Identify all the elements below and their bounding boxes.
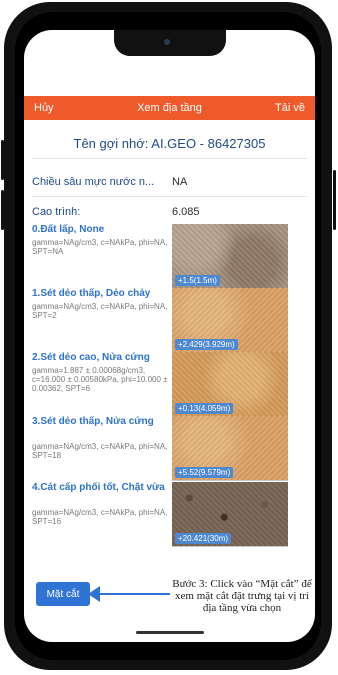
volume-down-button [1,190,4,230]
depth-badge: +0.13(4.059m) [175,403,234,414]
elevation-label: Cao trình: [32,206,81,218]
depth-badge: +2.429(3.929m) [175,339,238,350]
volume-up-button [1,140,4,180]
top-navigation-bar: Hủy Xem địa tầng Tải về [24,96,315,120]
layer-name: 3.Sét dẻo thấp, Nửa cứng [32,416,154,427]
section-view-button[interactable]: Mặt cắt [36,582,90,606]
water-depth-value: NA [172,176,188,188]
soil-texture-image: +0.13(4.059m) [172,352,288,417]
home-indicator [136,631,204,634]
instruction-annotation: Bước 3: Click vào “Mặt cắt” để xem mặt c… [172,578,312,614]
screen-title: Xem địa tầng [137,102,202,114]
layer-params: gamma=NAg/cm3, c=NAkPa, phi=NA, SPT=2 [32,302,168,320]
layer-params: gamma=NAg/cm3, c=NAkPa, phi=NA, SPT=18 [32,442,168,460]
soil-texture-image: +2.429(3.929m) [172,288,288,353]
layer-2[interactable]: 2.Sét dẻo cao, Nửa cứng gamma=1.887 ± 0.… [32,352,306,417]
phone-screen: Hủy Xem địa tầng Tải về Tên gợi nhớ: AI.… [24,30,315,642]
soil-texture-image: +20.421(30m) [172,482,288,547]
soil-texture-image: +1.5(1.5m) [172,224,288,289]
elevation-value: 6.085 [172,206,200,218]
layer-name: 1.Sét dẻo thấp, Dẻo chảy [32,288,151,299]
layer-name: 4.Cát cấp phối tốt, Chặt vừa [32,482,165,493]
front-camera-icon [164,39,170,45]
power-button [333,170,336,230]
layer-4[interactable]: 4.Cát cấp phối tốt, Chặt vừa gamma=NAg/c… [32,482,306,547]
layer-0[interactable]: 0.Đất lấp, None gamma=NAg/cm3, c=NAkPa, … [32,224,306,289]
depth-badge: +5.52(9.579m) [175,467,234,478]
phone-notch [114,30,226,56]
layer-3[interactable]: 3.Sét dẻo thấp, Nửa cứng gamma=NAg/cm3, … [32,416,306,481]
layer-name: 2.Sét dẻo cao, Nửa cứng [32,352,150,363]
layer-params: gamma=1.887 ± 0.00068g/cm3, c=16.000 ± 0… [32,366,168,393]
water-depth-label: Chiều sâu mực nước n... [32,176,155,188]
layer-params: gamma=NAg/cm3, c=NAkPa, phi=NA, SPT=16 [32,508,168,526]
arrow-line [90,593,170,595]
project-title: Tên gợi nhớ: AI.GEO - 86427305 [73,136,266,151]
layer-1[interactable]: 1.Sét dẻo thấp, Dẻo chảy gamma=NAg/cm3, … [32,288,306,353]
layer-params: gamma=NAg/cm3, c=NAkPa, phi=NA, SPT=NA [32,238,168,256]
download-button[interactable]: Tải về [275,102,305,114]
depth-badge: +1.5(1.5m) [175,275,220,286]
water-depth-divider [32,196,307,197]
depth-badge: +20.421(30m) [175,533,232,544]
soil-texture-image: +5.52(9.579m) [172,416,288,481]
layer-name: 0.Đất lấp, None [32,224,105,235]
title-divider [32,158,307,159]
